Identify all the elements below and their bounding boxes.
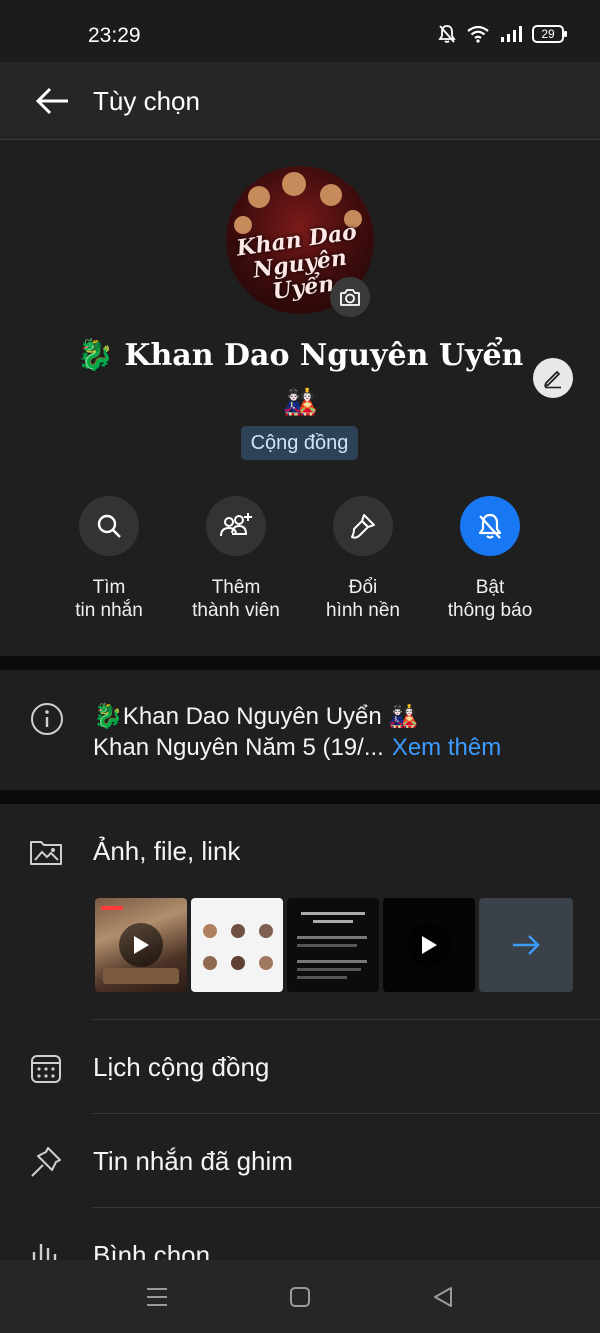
change-wallpaper-button[interactable]: Đổi hình nền xyxy=(298,496,428,622)
play-icon xyxy=(119,923,163,967)
back-button[interactable] xyxy=(34,84,72,118)
avatar-figure xyxy=(320,184,342,206)
action-label: Thêm thành viên xyxy=(192,577,280,621)
media-thumbnail[interactable] xyxy=(191,898,283,992)
section-divider xyxy=(0,656,600,670)
see-more-link[interactable]: Xem thêm xyxy=(392,734,501,761)
thumbnail-avatar xyxy=(231,924,245,938)
info-description: Khan Nguyên Năm 5 (19/... Xem thêm xyxy=(93,734,502,761)
signal-icon xyxy=(501,26,522,42)
edit-name-button[interactable] xyxy=(533,358,573,398)
camera-icon xyxy=(340,289,360,306)
home-square-icon[interactable] xyxy=(287,1284,313,1310)
search-icon xyxy=(97,514,121,538)
change-photo-button[interactable] xyxy=(330,277,370,317)
thumbnail-text-line xyxy=(301,912,365,915)
search-messages-button[interactable]: Tìm tin nhắn xyxy=(44,496,174,622)
bell-muted-icon xyxy=(438,25,456,43)
poll-icon xyxy=(32,1244,57,1260)
battery-icon: 29 xyxy=(532,25,567,43)
community-badge: Cộng đồng xyxy=(241,426,358,460)
thumbnail-text-line xyxy=(297,968,361,971)
thumbnail-text-line xyxy=(313,920,353,923)
arrow-right-icon xyxy=(513,935,540,955)
menu-label: Lịch cộng đồng xyxy=(93,1052,270,1082)
pin-icon xyxy=(31,1147,61,1177)
group-name: 🐉 Khan Dao Nguyên Uyển xyxy=(76,338,524,373)
action-label: Đổi hình nền xyxy=(326,577,400,621)
status-bar: 23:29 29 xyxy=(0,0,600,62)
photo-folder-icon xyxy=(30,841,62,865)
avatar-figure xyxy=(234,216,252,234)
menu-label: Tin nhắn đã ghim xyxy=(93,1146,293,1176)
action-circle xyxy=(333,496,393,556)
section-divider xyxy=(0,790,600,804)
thumbnail-text-line xyxy=(297,960,367,963)
thumbnail-text-line xyxy=(297,976,347,979)
menu-lines-icon[interactable] xyxy=(144,1284,170,1310)
group-header: Khan Dao Nguyên Uyển 🐉 Khan Dao Nguyên U… xyxy=(0,140,600,656)
media-thumbnail[interactable] xyxy=(287,898,379,992)
add-members-button[interactable]: Thêm thành viên xyxy=(171,496,301,622)
instrument-shape xyxy=(103,968,179,984)
menu-label: Bình chọn xyxy=(93,1240,211,1260)
thumbnail-avatar xyxy=(259,924,273,938)
menu-item-poll[interactable]: Bình chọn xyxy=(0,1208,600,1260)
wifi-icon xyxy=(467,25,489,43)
add-people-icon xyxy=(220,513,252,537)
group-info[interactable]: 🐉Khan Dao Nguyên Uyển 🎎 Khan Nguyên Năm … xyxy=(0,670,600,790)
info-icon xyxy=(31,703,63,735)
paint-brush-icon xyxy=(351,514,375,539)
avatar-figure xyxy=(282,172,306,196)
menu-label: Ảnh, file, link xyxy=(93,836,241,866)
media-thumbnails xyxy=(95,898,573,992)
pencil-icon xyxy=(544,371,561,389)
thumbnail-text-line xyxy=(297,944,357,947)
thumbnail-avatar xyxy=(231,956,245,970)
menu-item-calendar[interactable]: Lịch cộng đồng xyxy=(0,1020,600,1114)
action-circle xyxy=(206,496,266,556)
back-triangle-icon[interactable] xyxy=(430,1284,456,1310)
status-time: 23:29 xyxy=(88,24,141,47)
group-name-emoji: 🎎 xyxy=(282,386,318,417)
action-circle xyxy=(460,496,520,556)
action-label: Bật thông báo xyxy=(447,577,533,621)
avatar-figure xyxy=(248,186,270,208)
see-all-media-button[interactable] xyxy=(479,898,573,992)
enable-notifications-button[interactable]: Bật thông báo xyxy=(425,496,555,622)
bell-off-icon xyxy=(478,513,502,539)
menu-item-pinned[interactable]: Tin nhắn đã ghim xyxy=(0,1114,600,1208)
thumbnail-avatar xyxy=(203,924,217,938)
options-menu: Ảnh, file, link Lịch cộng đồng Tin nhắn … xyxy=(0,804,600,1260)
media-thumbnail[interactable] xyxy=(95,898,187,992)
action-label: Tìm tin nhắn xyxy=(75,577,143,621)
status-icons: 29 xyxy=(438,24,567,44)
menu-item-media[interactable]: Ảnh, file, link xyxy=(0,804,600,898)
page-title: Tùy chọn xyxy=(93,86,200,116)
play-icon xyxy=(407,923,451,967)
media-thumbnail[interactable] xyxy=(383,898,475,992)
app-bar: Tùy chọn xyxy=(0,62,600,140)
arrow-left-icon xyxy=(35,87,68,115)
thumbnail-avatar xyxy=(259,956,273,970)
thumbnail-text-line xyxy=(297,936,367,939)
calendar-icon xyxy=(31,1055,61,1083)
info-title: 🐉Khan Dao Nguyên Uyển 🎎 xyxy=(93,703,419,730)
system-nav-bar xyxy=(0,1260,600,1333)
action-circle xyxy=(79,496,139,556)
thumbnail-caption-bar xyxy=(101,906,123,910)
thumbnail-avatar xyxy=(203,956,217,970)
